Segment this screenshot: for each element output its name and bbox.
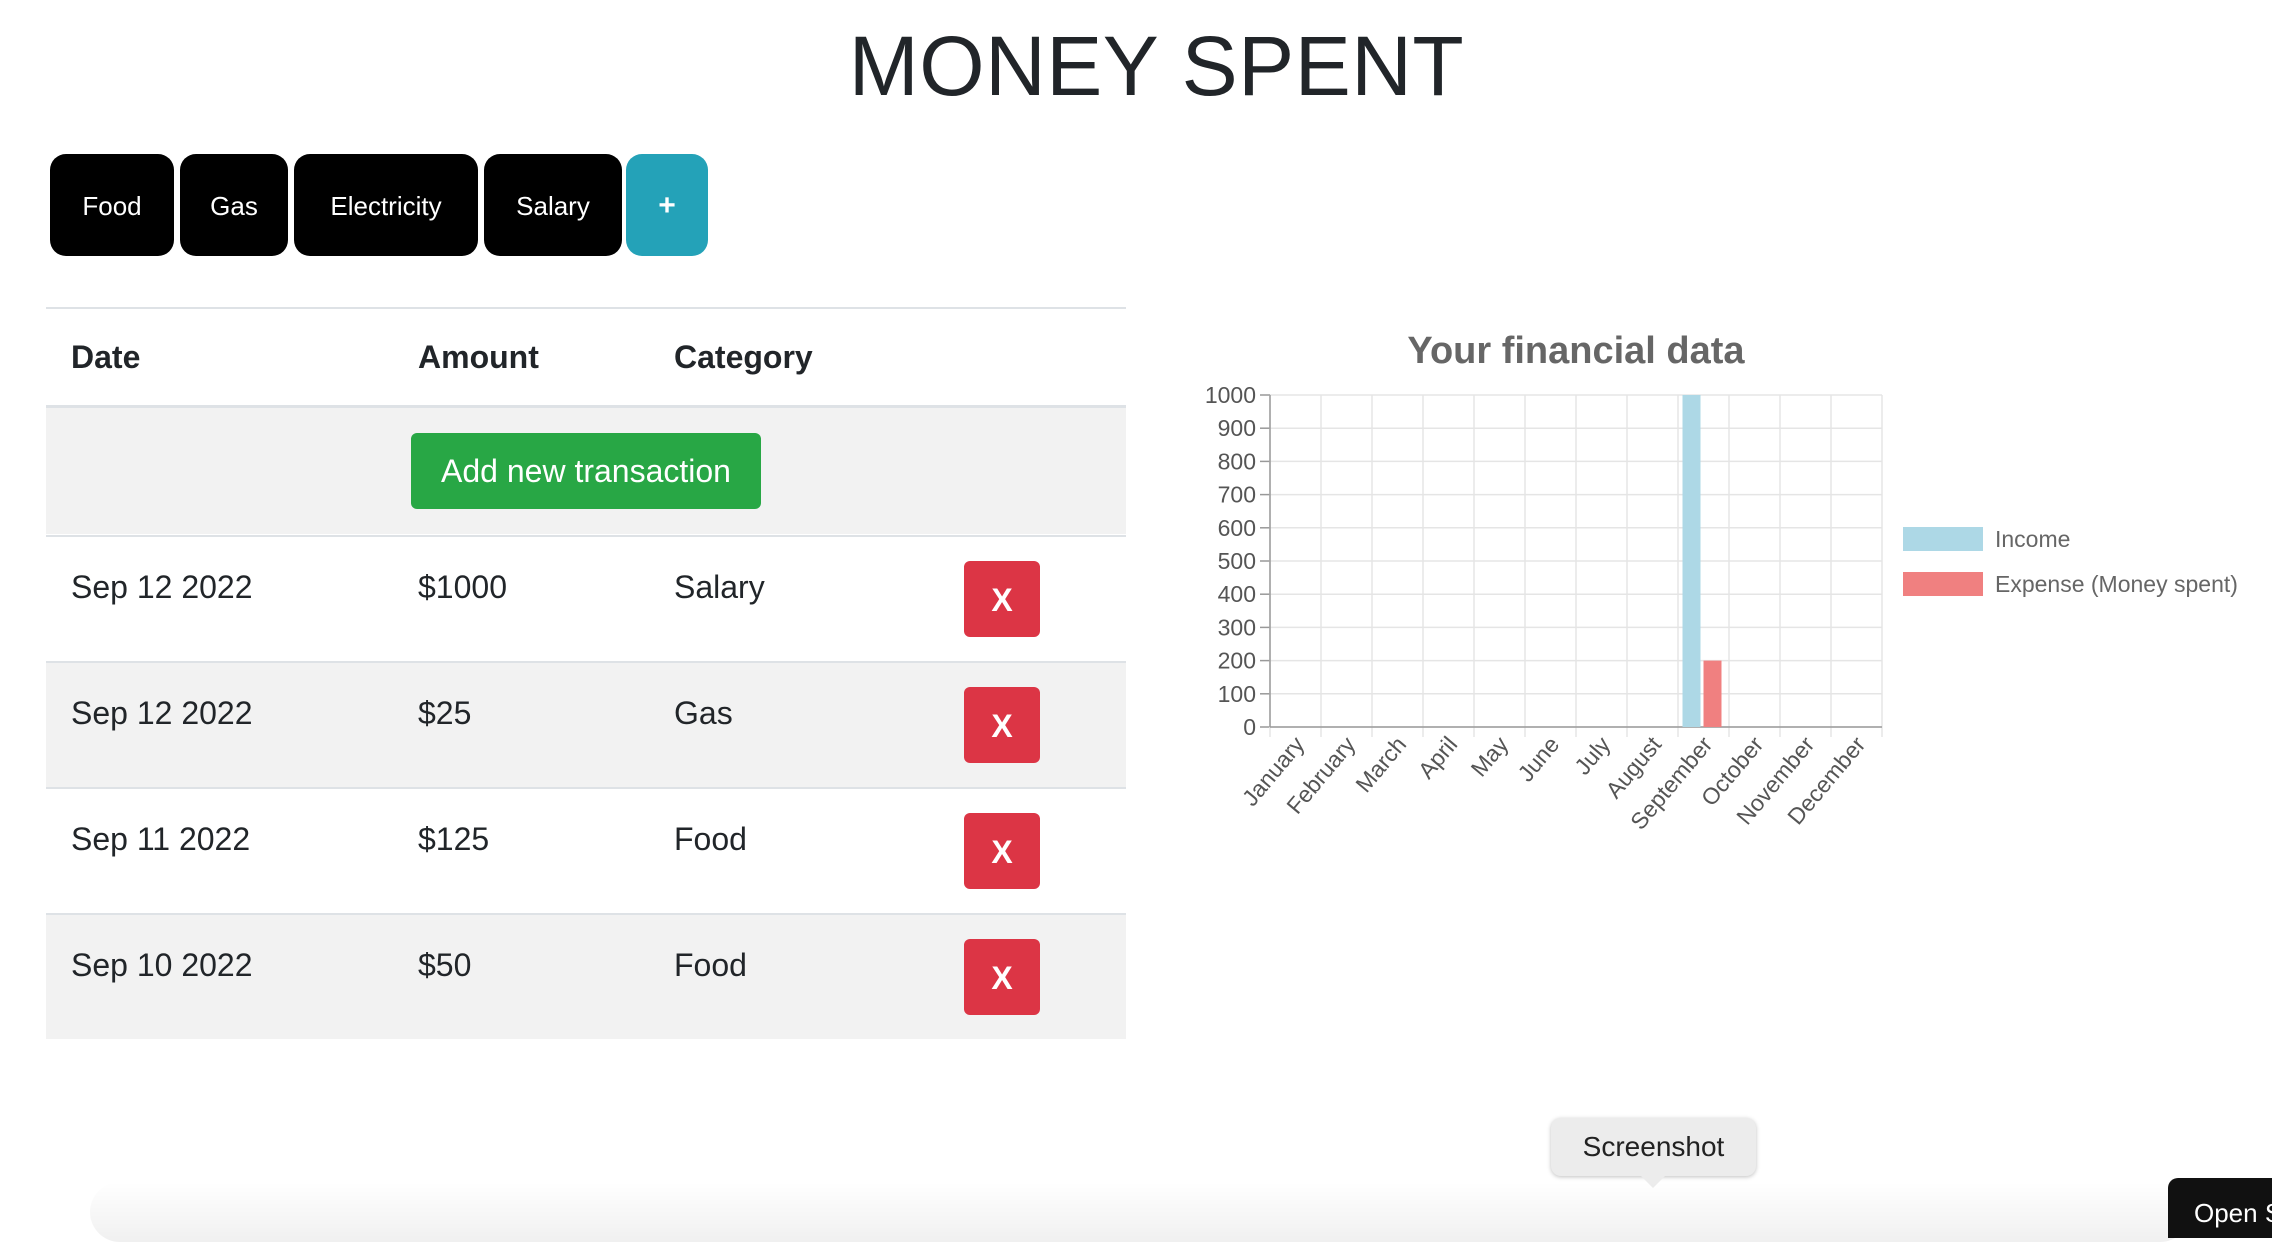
x-tick-label: March [1350,732,1411,798]
table-row: Sep 10 2022 $50 Food X [46,913,1126,1039]
add-category-button[interactable]: + [626,154,708,256]
table-row: Sep 11 2022 $125 Food X [46,787,1126,913]
chart-svg: Your financial data 0 100 200 300 400 500 600 70… [1205,330,2238,834]
y-tick-label: 500 [1218,548,1256,574]
x-tick-label: April [1413,732,1462,784]
row-category: Gas [674,695,733,731]
financial-chart: Your financial data 0 100 200 300 400 500 600 70… [1150,310,2272,870]
row-category: Food [674,947,747,983]
table-row: Sep 12 2022 $25 Gas X [46,661,1126,787]
x-tick-label: June [1512,732,1564,787]
row-amount: $1000 [418,569,507,605]
legend-label: Income [1995,526,2070,552]
row-category: Food [674,821,747,857]
delete-transaction-button[interactable]: X [964,939,1040,1015]
row-amount: $50 [418,947,472,983]
delete-transaction-button[interactable]: X [964,813,1040,889]
page-title: MONEY SPENT [848,19,1465,113]
y-tick-label: 600 [1218,515,1256,541]
y-tick-label: 0 [1243,714,1256,740]
x-tick-label: July [1569,731,1616,779]
table-row: Sep 12 2022 $1000 Salary X [46,535,1126,661]
delete-transaction-button[interactable]: X [964,687,1040,763]
y-tick-label: 200 [1218,648,1256,674]
y-tick-label: 800 [1218,448,1256,474]
header-amount: Amount [418,339,539,375]
category-button-gas[interactable]: Gas [180,154,288,256]
row-date: Sep 10 2022 [71,947,253,983]
category-button-salary[interactable]: Salary [484,154,622,256]
header-category: Category [674,339,813,375]
legend-swatch [1903,572,1983,596]
open-button[interactable]: Open S [2168,1178,2272,1238]
row-amount: $25 [418,695,472,731]
add-transaction-button[interactable]: Add new transaction [411,433,761,509]
delete-transaction-button[interactable]: X [964,561,1040,637]
row-date: Sep 12 2022 [71,695,253,731]
bar-expense-september [1703,660,1722,727]
category-button-food[interactable]: Food [50,154,174,256]
table-header-row: Date Amount Category [46,309,1126,405]
y-tick-label: 100 [1218,681,1256,707]
row-date: Sep 12 2022 [71,569,253,605]
add-transaction-row: Add new transaction [46,405,1126,534]
x-tick-label: May [1465,731,1513,781]
chart-title: Your financial data [1407,330,1745,372]
dock-bar [90,1182,2190,1242]
y-tick-label: 1000 [1205,382,1256,408]
header-date: Date [71,339,141,375]
row-amount: $125 [418,821,490,857]
transactions-table: Date Amount Category Add new transaction… [46,307,1126,1039]
category-button-electricity[interactable]: Electricity [294,154,478,256]
bar-income-september [1682,395,1701,727]
screenshot-tooltip: Screenshot [1551,1118,1756,1176]
row-category: Salary [674,569,765,605]
legend-label: Expense (Money spent) [1995,571,2238,597]
row-date: Sep 11 2022 [71,821,251,857]
y-tick-label: 900 [1218,415,1256,441]
legend-swatch [1903,527,1983,551]
y-tick-label: 700 [1218,482,1256,508]
y-tick-label: 400 [1218,581,1256,607]
y-tick-label: 300 [1218,614,1256,640]
